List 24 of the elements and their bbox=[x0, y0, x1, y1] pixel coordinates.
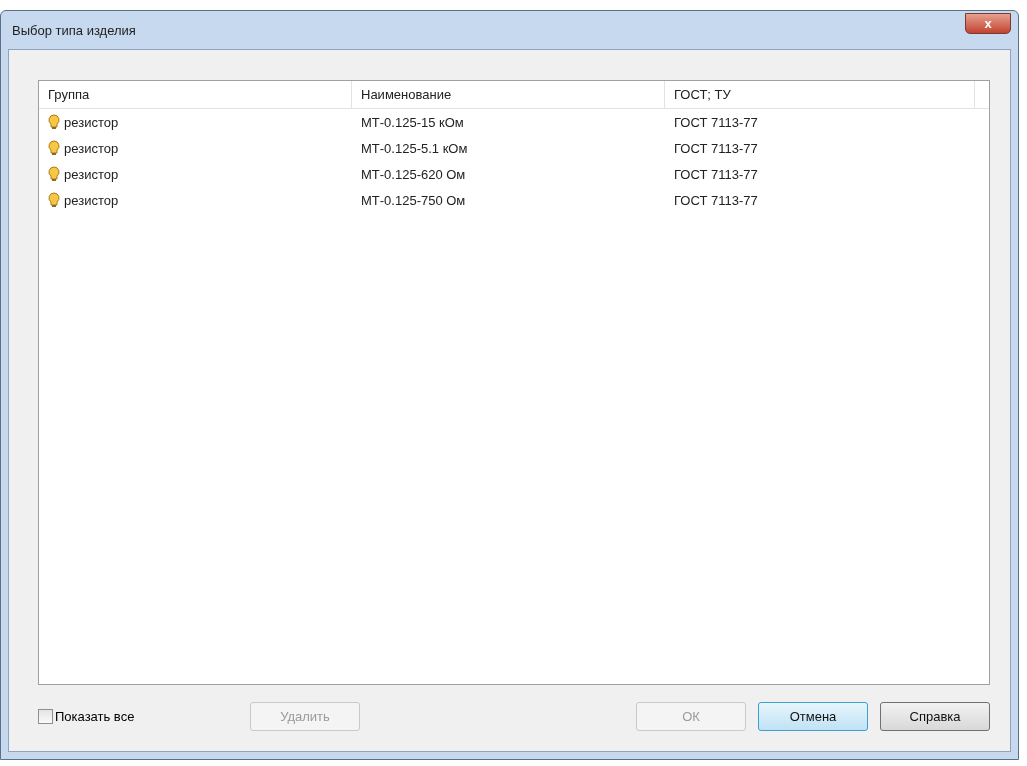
column-header[interactable]: ГОСТ; ТУ bbox=[665, 81, 975, 109]
table-cell: резистор bbox=[64, 192, 119, 208]
table-cell: резистор bbox=[64, 166, 119, 182]
checkbox-label: Показать все bbox=[55, 708, 135, 724]
lightbulb-icon bbox=[48, 192, 60, 208]
table-cell: МТ-0.125-620 Ом bbox=[361, 166, 466, 182]
window-title: Выбор типа изделия bbox=[11, 22, 136, 38]
table-cell: ГОСТ 7113-77 bbox=[674, 166, 758, 182]
column-header[interactable]: Группа bbox=[39, 81, 352, 109]
cancel-button[interactable]: Отмена bbox=[758, 701, 868, 731]
table-cell: ГОСТ 7113-77 bbox=[674, 140, 758, 156]
lightbulb-icon bbox=[48, 114, 60, 130]
table-cell: МТ-0.125-750 Ом bbox=[361, 192, 466, 208]
show-all-checkbox[interactable] bbox=[38, 708, 53, 724]
column-header[interactable]: Наименование bbox=[352, 81, 665, 109]
table-cell: резистор bbox=[64, 140, 119, 156]
lightbulb-icon bbox=[48, 166, 60, 182]
table-cell: резистор bbox=[64, 114, 119, 130]
help-button[interactable]: Справка bbox=[880, 701, 990, 731]
table-cell: ГОСТ 7113-77 bbox=[674, 114, 758, 130]
table-cell: ГОСТ 7113-77 bbox=[674, 192, 758, 208]
table-cell: МТ-0.125-5.1 кОм bbox=[361, 140, 468, 156]
table-cell: МТ-0.125-15 кОм bbox=[361, 114, 464, 130]
lightbulb-icon bbox=[48, 140, 60, 156]
